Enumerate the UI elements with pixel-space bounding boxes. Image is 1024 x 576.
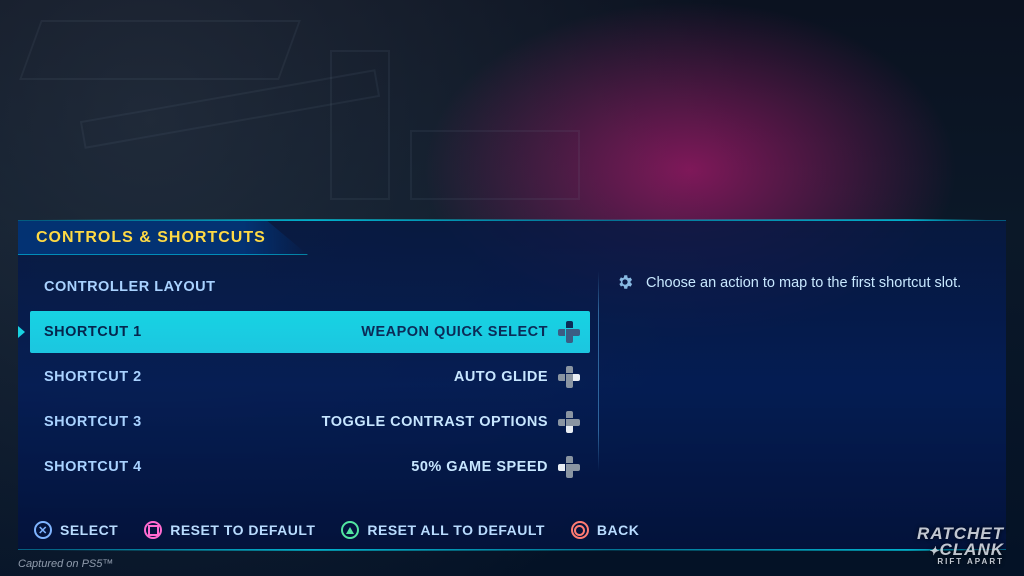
game-logo: RATCHET ✦CLANK RIFT APART bbox=[917, 526, 1004, 566]
hint-reset-label: RESET TO DEFAULT bbox=[170, 522, 315, 538]
hint-reset-all-label: RESET ALL TO DEFAULT bbox=[367, 522, 545, 538]
hint-reset-all: RESET ALL TO DEFAULT bbox=[341, 521, 545, 539]
settings-row-label: SHORTCUT 1 bbox=[44, 324, 142, 340]
hint-reset: RESET TO DEFAULT bbox=[144, 521, 315, 539]
description-pane: Choose an action to map to the first sho… bbox=[598, 255, 1006, 511]
settings-row-label: SHORTCUT 4 bbox=[44, 459, 142, 475]
cross-button-icon bbox=[34, 521, 52, 539]
circle-button-icon bbox=[571, 521, 589, 539]
dpad-left-icon bbox=[558, 456, 580, 478]
vertical-divider bbox=[598, 271, 599, 471]
hint-select-label: SELECT bbox=[60, 522, 118, 538]
background-decor bbox=[330, 50, 390, 200]
settings-row-1[interactable]: SHORTCUT 1 WEAPON QUICK SELECT bbox=[30, 311, 590, 353]
logo-line3: RIFT APART bbox=[917, 558, 1004, 566]
settings-list: CONTROLLER LAYOUT SHORTCUT 1 WEAPON QUICK … bbox=[18, 255, 598, 511]
triangle-button-icon bbox=[341, 521, 359, 539]
background-decor bbox=[410, 130, 580, 200]
game-settings-screen: CONTROLS & SHORTCUTS CONTROLLER LAYOUT SH… bbox=[0, 0, 1024, 576]
hint-back-label: BACK bbox=[597, 522, 639, 538]
background-decor bbox=[19, 20, 301, 80]
capture-note: Captured on PS5™ bbox=[18, 558, 113, 570]
square-button-icon bbox=[144, 521, 162, 539]
dpad-up-icon bbox=[558, 321, 580, 343]
settings-row-label: SHORTCUT 2 bbox=[44, 369, 142, 385]
hint-back: BACK bbox=[571, 521, 639, 539]
panel-title: CONTROLS & SHORTCUTS bbox=[36, 229, 266, 247]
panel-titlebar: CONTROLS & SHORTCUTS bbox=[18, 221, 1006, 255]
settings-row-label: CONTROLLER LAYOUT bbox=[44, 279, 216, 295]
settings-row-0[interactable]: CONTROLLER LAYOUT bbox=[30, 266, 590, 308]
gear-icon bbox=[616, 273, 634, 291]
settings-row-label: SHORTCUT 3 bbox=[44, 414, 142, 430]
dpad-right-icon bbox=[558, 366, 580, 388]
button-hints: SELECT RESET TO DEFAULT RESET ALL TO DEF… bbox=[18, 511, 1006, 549]
settings-row-4[interactable]: SHORTCUT 4 50% GAME SPEED bbox=[30, 446, 590, 488]
settings-row-value: AUTO GLIDE bbox=[454, 366, 580, 388]
settings-row-2[interactable]: SHORTCUT 2 AUTO GLIDE bbox=[30, 356, 590, 398]
settings-row-value: WEAPON QUICK SELECT bbox=[361, 321, 580, 343]
settings-row-3[interactable]: SHORTCUT 3 TOGGLE CONTRAST OPTIONS bbox=[30, 401, 590, 443]
hint-select: SELECT bbox=[34, 521, 118, 539]
description-text: Choose an action to map to the first sho… bbox=[646, 273, 961, 293]
settings-panel: CONTROLS & SHORTCUTS CONTROLLER LAYOUT SH… bbox=[18, 220, 1006, 550]
dpad-down-icon bbox=[558, 411, 580, 433]
settings-row-value: 50% GAME SPEED bbox=[411, 456, 580, 478]
settings-row-value: TOGGLE CONTRAST OPTIONS bbox=[322, 411, 580, 433]
